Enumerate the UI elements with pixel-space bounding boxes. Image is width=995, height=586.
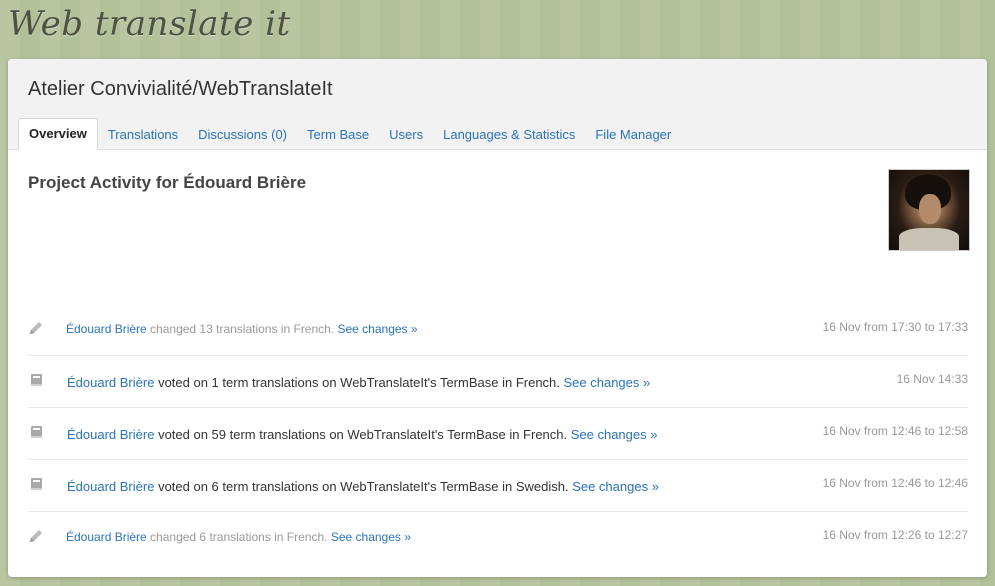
project-title: Atelier Convivialité/WebTranslateIt xyxy=(28,78,333,100)
tab-overview[interactable]: Overview xyxy=(18,118,98,150)
activity-heading: Project Activity for Édouard Brière xyxy=(28,173,307,192)
activity-item: Édouard Brière voted on 1 term translati… xyxy=(28,356,968,408)
activity-feed: Édouard Brière changed 13 translations i… xyxy=(28,304,968,563)
activity-text: Édouard Brière changed 13 translations i… xyxy=(66,322,418,336)
activity-action: voted on 1 term translations on WebTrans… xyxy=(154,375,564,390)
book-icon xyxy=(31,426,42,438)
tab-file-manager[interactable]: File Manager xyxy=(585,120,681,150)
activity-action: changed 13 translations in French. xyxy=(146,322,338,336)
activity-text: Édouard Brière voted on 6 term translati… xyxy=(67,479,659,494)
tab-translations[interactable]: Translations xyxy=(98,120,188,150)
activity-item: Édouard Brière voted on 6 term translati… xyxy=(28,460,968,512)
tab-languages-statistics[interactable]: Languages & Statistics xyxy=(433,120,585,150)
book-icon xyxy=(31,478,42,490)
activity-action: changed 6 translations in French. xyxy=(146,530,331,544)
activity-text: Édouard Brière voted on 1 term translati… xyxy=(67,375,650,390)
project-panel: Atelier Convivialité/WebTranslateIt Over… xyxy=(8,59,987,577)
tab-discussions[interactable]: Discussions (0) xyxy=(188,120,297,150)
activity-time: 16 Nov from 12:46 to 12:58 xyxy=(822,424,968,438)
avatar-shirt xyxy=(899,228,959,250)
book-icon xyxy=(31,374,42,386)
see-changes-link[interactable]: See changes » xyxy=(572,479,659,494)
activity-action: voted on 6 term translations on WebTrans… xyxy=(154,479,573,494)
activity-time: 16 Nov from 12:26 to 12:27 xyxy=(822,528,968,542)
activity-item: Édouard Brière changed 6 translations in… xyxy=(28,512,968,563)
activity-time: 16 Nov from 17:30 to 17:33 xyxy=(822,320,968,334)
activity-time: 16 Nov from 12:46 to 12:46 xyxy=(822,476,968,490)
project-tabs: Overview Translations Discussions (0) Te… xyxy=(18,118,681,150)
activity-time: 16 Nov 14:33 xyxy=(896,372,968,386)
activity-user-link[interactable]: Édouard Brière xyxy=(67,375,154,390)
app-logo[interactable]: Web translate it xyxy=(8,4,291,44)
tab-term-base[interactable]: Term Base xyxy=(297,120,379,150)
activity-user-link[interactable]: Édouard Brière xyxy=(66,530,147,544)
activity-text: Édouard Brière voted on 59 term translat… xyxy=(67,427,657,442)
pencil-icon xyxy=(30,322,42,334)
see-changes-link[interactable]: See changes » xyxy=(331,530,411,544)
project-header: Atelier Convivialité/WebTranslateIt Over… xyxy=(8,59,987,150)
activity-item: Édouard Brière voted on 59 term translat… xyxy=(28,408,968,460)
activity-user-link[interactable]: Édouard Brière xyxy=(66,322,147,336)
see-changes-link[interactable]: See changes » xyxy=(564,375,651,390)
avatar-face xyxy=(919,194,941,224)
tab-users[interactable]: Users xyxy=(379,120,433,150)
see-changes-link[interactable]: See changes » xyxy=(338,322,418,336)
pencil-icon xyxy=(30,530,42,542)
activity-text: Édouard Brière changed 6 translations in… xyxy=(66,530,411,544)
activity-item: Édouard Brière changed 13 translations i… xyxy=(28,304,968,356)
activity-user-link[interactable]: Édouard Brière xyxy=(67,479,154,494)
see-changes-link[interactable]: See changes » xyxy=(571,427,658,442)
activity-action: voted on 59 term translations on WebTran… xyxy=(154,427,571,442)
user-avatar xyxy=(888,169,970,251)
activity-user-link[interactable]: Édouard Brière xyxy=(67,427,154,442)
